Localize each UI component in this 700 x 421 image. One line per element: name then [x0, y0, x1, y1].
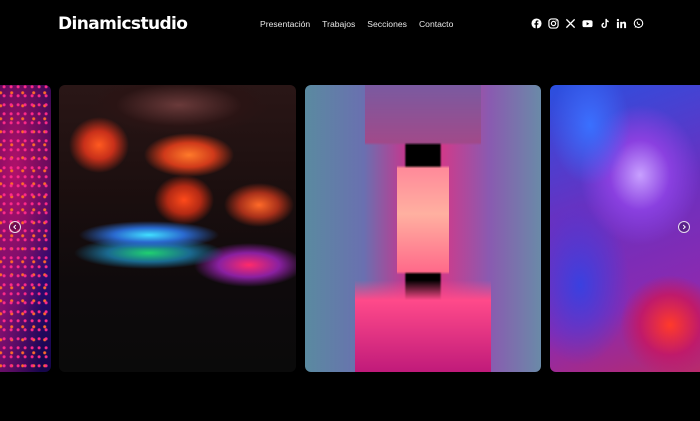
linkedin-icon[interactable]: [616, 18, 627, 29]
youtube-icon[interactable]: [582, 18, 593, 29]
carousel-slide-neon-reflections[interactable]: [59, 85, 296, 372]
tiktok-icon[interactable]: [599, 18, 610, 29]
slide-image: [0, 85, 51, 372]
facebook-icon[interactable]: [531, 18, 542, 29]
site-logo[interactable]: Dinamicstudio: [58, 13, 188, 35]
chevron-left-icon: [13, 224, 17, 230]
carousel-prev-button[interactable]: [9, 221, 21, 233]
nav-item-secciones[interactable]: Secciones: [367, 18, 407, 30]
x-icon[interactable]: [565, 18, 576, 29]
social-links: [531, 18, 644, 29]
slide-image: [305, 85, 541, 372]
nav-item-presentacion[interactable]: Presentación: [260, 18, 310, 30]
site-header: Dinamicstudio Presentación Trabajos Secc…: [0, 0, 700, 50]
instagram-icon[interactable]: [548, 18, 559, 29]
nav-item-trabajos[interactable]: Trabajos: [322, 18, 355, 30]
carousel-next-button[interactable]: [678, 221, 690, 233]
carousel-slide-magenta-particles[interactable]: [0, 85, 51, 372]
main-nav: Presentación Trabajos Secciones Contacto: [260, 18, 453, 30]
chevron-right-icon: [682, 224, 686, 230]
carousel-slide-neon-corridor[interactable]: [305, 85, 541, 372]
whatsapp-icon[interactable]: [633, 18, 644, 29]
image-carousel[interactable]: [0, 85, 700, 372]
nav-item-contacto[interactable]: Contacto: [419, 18, 453, 30]
slide-image: [59, 85, 296, 372]
